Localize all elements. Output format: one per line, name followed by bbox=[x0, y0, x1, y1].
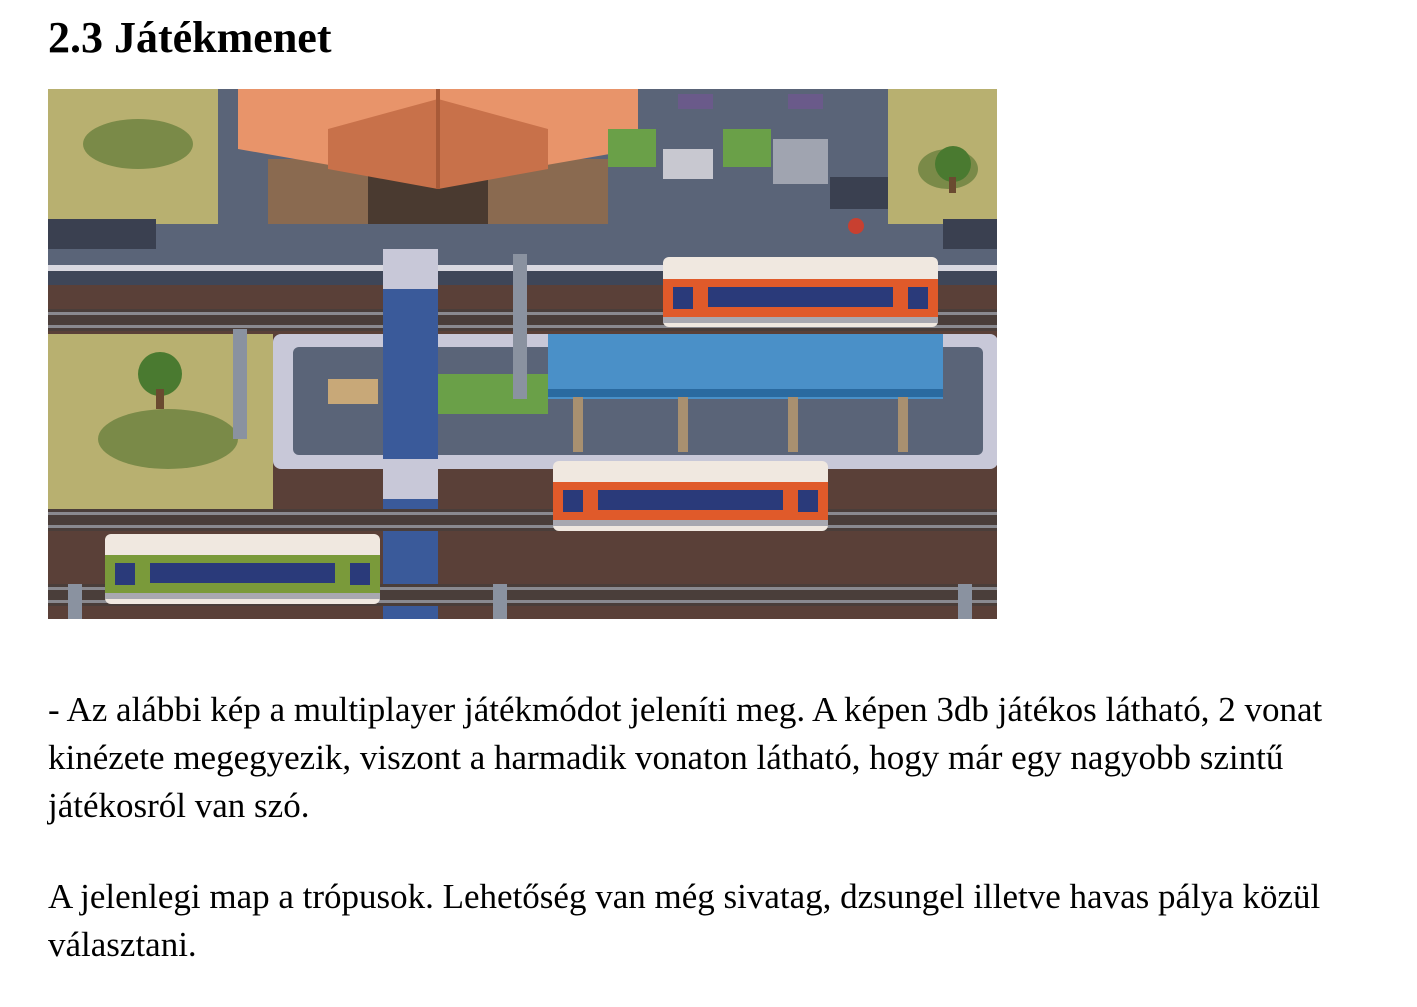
footbridge bbox=[383, 249, 438, 619]
station-scene-image bbox=[48, 89, 997, 619]
green-train-lower bbox=[105, 534, 380, 604]
orange-train-middle bbox=[553, 461, 828, 531]
description-paragraph: - Az alábbi kép a multiplayer játékmódot… bbox=[48, 690, 1323, 825]
orange-train-upper bbox=[663, 257, 938, 327]
section-heading: 2.3 Játékmenet bbox=[48, 13, 332, 62]
map-paragraph: A jelenlegi map a trópusok. Lehetőség va… bbox=[48, 877, 1321, 964]
